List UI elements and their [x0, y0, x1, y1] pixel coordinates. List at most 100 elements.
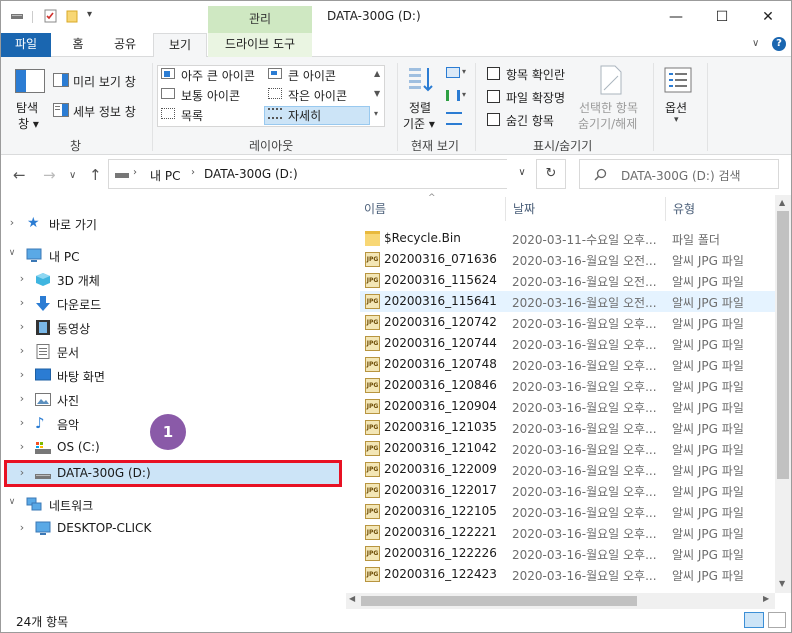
layout-small-icons[interactable]: 작은 아이콘: [288, 87, 347, 104]
tab-home[interactable]: 홈: [61, 33, 95, 57]
item-checkboxes-label[interactable]: 항목 확인란: [506, 66, 565, 83]
column-divider[interactable]: [665, 197, 666, 221]
details-view-toggle-icon[interactable]: [744, 612, 764, 628]
add-columns-icon[interactable]: [446, 90, 460, 101]
address-bar[interactable]: › 내 PC › DATA-300G (D:): [108, 159, 536, 189]
sort-by-label[interactable]: 정렬: [409, 99, 431, 116]
horizontal-scroll-thumb[interactable]: [361, 596, 637, 606]
file-row[interactable]: JPG 20200316_120742 2020-03-16-월요일 오후... 알씨…: [360, 312, 775, 333]
breadcrumb-this-pc[interactable]: 내 PC: [150, 167, 180, 184]
expand-chevron-icon[interactable]: ›: [17, 368, 27, 381]
nav-videos[interactable]: › 동영상: [1, 316, 346, 340]
preview-pane-button[interactable]: 미리 보기 창: [73, 73, 136, 90]
drive-icon[interactable]: [10, 9, 24, 23]
breadcrumb-drive[interactable]: DATA-300G (D:): [204, 167, 298, 181]
help-icon[interactable]: ?: [772, 37, 786, 51]
expand-chevron-icon[interactable]: ›: [17, 272, 27, 285]
file-row[interactable]: JPG 20200316_122009 2020-03-16-월요일 오후... 알씨…: [360, 459, 775, 480]
collapse-chevron-icon[interactable]: ∨: [7, 248, 17, 258]
nav-pictures[interactable]: › 사진: [1, 388, 346, 412]
expand-chevron-icon[interactable]: ›: [17, 521, 27, 534]
nav-documents[interactable]: › 문서: [1, 340, 346, 364]
file-row[interactable]: JPG 20200316_121035 2020-03-16-월요일 오후... 알씨…: [360, 417, 775, 438]
expand-chevron-icon[interactable]: ›: [17, 320, 27, 333]
file-extensions-checkbox[interactable]: [487, 90, 500, 103]
expand-chevron-icon[interactable]: ›: [17, 416, 27, 429]
file-row[interactable]: JPG 20200316_122221 2020-03-16-월요일 오후... 알씨…: [360, 522, 775, 543]
collapse-ribbon-icon[interactable]: ∨: [752, 38, 759, 49]
scroll-left-icon[interactable]: ◀: [349, 594, 355, 603]
group-by-dropdown-icon[interactable]: ▾: [462, 67, 466, 76]
navigation-pane-icon[interactable]: [15, 69, 45, 93]
options-button[interactable]: 옵션: [665, 99, 687, 116]
nav-downloads[interactable]: › 다운로드: [1, 292, 346, 316]
file-row[interactable]: JPG 20200316_120904 2020-03-16-월요일 오후... 알씨…: [360, 396, 775, 417]
layout-details[interactable]: 자세히: [288, 107, 321, 124]
vertical-scroll-thumb[interactable]: [777, 211, 789, 479]
search-input[interactable]: DATA-300G (D:) 검색: [579, 159, 779, 189]
add-columns-dropdown-icon[interactable]: ▾: [462, 90, 466, 99]
column-header-type[interactable]: 유형: [673, 200, 695, 217]
nav-desktop-click[interactable]: › DESKTOP-CLICK: [1, 517, 346, 541]
nav-this-pc[interactable]: ∨ 내 PC: [1, 244, 346, 268]
file-row[interactable]: JPG 20200316_122423 2020-03-16-월요일 오후... 알씨…: [360, 564, 775, 585]
layout-large-icons[interactable]: 큰 아이콘: [288, 67, 336, 84]
expand-chevron-icon[interactable]: ›: [17, 296, 27, 309]
gallery-down-icon[interactable]: ▼: [374, 89, 380, 98]
expand-chevron-icon[interactable]: ›: [17, 440, 27, 453]
recent-locations-icon[interactable]: ∨: [69, 170, 76, 181]
tab-view[interactable]: 보기: [153, 33, 207, 58]
file-row[interactable]: JPG 20200316_071636 2020-03-16-월요일 오전... 알씨…: [360, 249, 775, 270]
file-row[interactable]: JPG 20200316_121042 2020-03-16-월요일 오후... 알씨…: [360, 438, 775, 459]
refresh-icon[interactable]: ↻: [536, 159, 566, 189]
nav-desktop[interactable]: › 바탕 화면: [1, 364, 346, 388]
up-icon[interactable]: ↑: [89, 166, 102, 184]
sort-by-label-2[interactable]: 기준 ▾: [403, 115, 435, 132]
large-icons-view-toggle-icon[interactable]: [768, 612, 786, 628]
navigation-pane-label-2[interactable]: 창 ▾: [18, 115, 39, 132]
maximize-button[interactable]: ☐: [699, 1, 745, 33]
column-header-name[interactable]: 이름: [364, 200, 386, 217]
file-extensions-label[interactable]: 파일 확장명: [506, 89, 565, 106]
file-row[interactable]: JPG 20200316_115624 2020-03-16-월요일 오전... 알씨…: [360, 270, 775, 291]
layout-extra-large-icons[interactable]: 아주 큰 아이콘: [181, 67, 255, 84]
file-row[interactable]: $Recycle.Bin 2020-03-11-수요일 오후... 파일 폴더: [360, 228, 775, 249]
details-pane-button[interactable]: 세부 정보 창: [73, 103, 136, 120]
layout-medium-icons[interactable]: 보통 아이콘: [181, 87, 240, 104]
tab-manage[interactable]: 관리: [208, 6, 312, 33]
file-row[interactable]: JPG 20200316_120748 2020-03-16-월요일 오후... 알씨…: [360, 354, 775, 375]
tab-share[interactable]: 공유: [105, 33, 145, 57]
nav-data-drive[interactable]: › DATA-300G (D:): [4, 460, 342, 487]
scroll-right-icon[interactable]: ▶: [763, 594, 769, 603]
column-divider[interactable]: [505, 197, 506, 221]
tab-file[interactable]: 파일: [1, 33, 51, 57]
back-icon[interactable]: ←: [13, 166, 26, 184]
sort-by-icon[interactable]: [407, 65, 435, 95]
details-pane-icon[interactable]: [53, 103, 69, 117]
column-header-date[interactable]: 날짜: [513, 200, 535, 217]
qat-dropdown-icon[interactable]: ▾: [87, 9, 92, 20]
tab-drive-tools[interactable]: 드라이브 도구: [208, 33, 312, 57]
forward-icon[interactable]: →: [43, 166, 56, 184]
preview-pane-icon[interactable]: [53, 73, 69, 87]
expand-chevron-icon[interactable]: ›: [17, 466, 27, 479]
gallery-more-icon[interactable]: ▾: [374, 109, 378, 118]
item-checkboxes-checkbox[interactable]: [487, 67, 500, 80]
expand-chevron-icon[interactable]: ›: [17, 344, 27, 357]
hidden-items-label[interactable]: 숨긴 항목: [506, 112, 554, 129]
layout-list[interactable]: 목록: [181, 107, 203, 124]
expand-chevron-icon[interactable]: ›: [17, 392, 27, 405]
scroll-up-icon[interactable]: ▲: [779, 198, 785, 207]
size-columns-icon[interactable]: [446, 112, 462, 125]
collapse-chevron-icon[interactable]: ∨: [7, 497, 17, 507]
file-row[interactable]: JPG 20200316_122105 2020-03-16-월요일 오후... 알씨…: [360, 501, 775, 522]
file-row[interactable]: JPG 20200316_122226 2020-03-16-월요일 오후... 알씨…: [360, 543, 775, 564]
options-icon[interactable]: [664, 67, 692, 93]
close-button[interactable]: ✕: [745, 1, 791, 33]
address-dropdown-icon[interactable]: ∨: [507, 159, 537, 189]
file-row[interactable]: JPG 20200316_120744 2020-03-16-월요일 오후... 알씨…: [360, 333, 775, 354]
file-row[interactable]: JPG 20200316_115641 2020-03-16-월요일 오전... 알씨…: [360, 291, 775, 312]
file-row[interactable]: JPG 20200316_122017 2020-03-16-월요일 오후... 알씨…: [360, 480, 775, 501]
hidden-items-checkbox[interactable]: [487, 113, 500, 126]
expand-chevron-icon[interactable]: ›: [7, 216, 17, 229]
